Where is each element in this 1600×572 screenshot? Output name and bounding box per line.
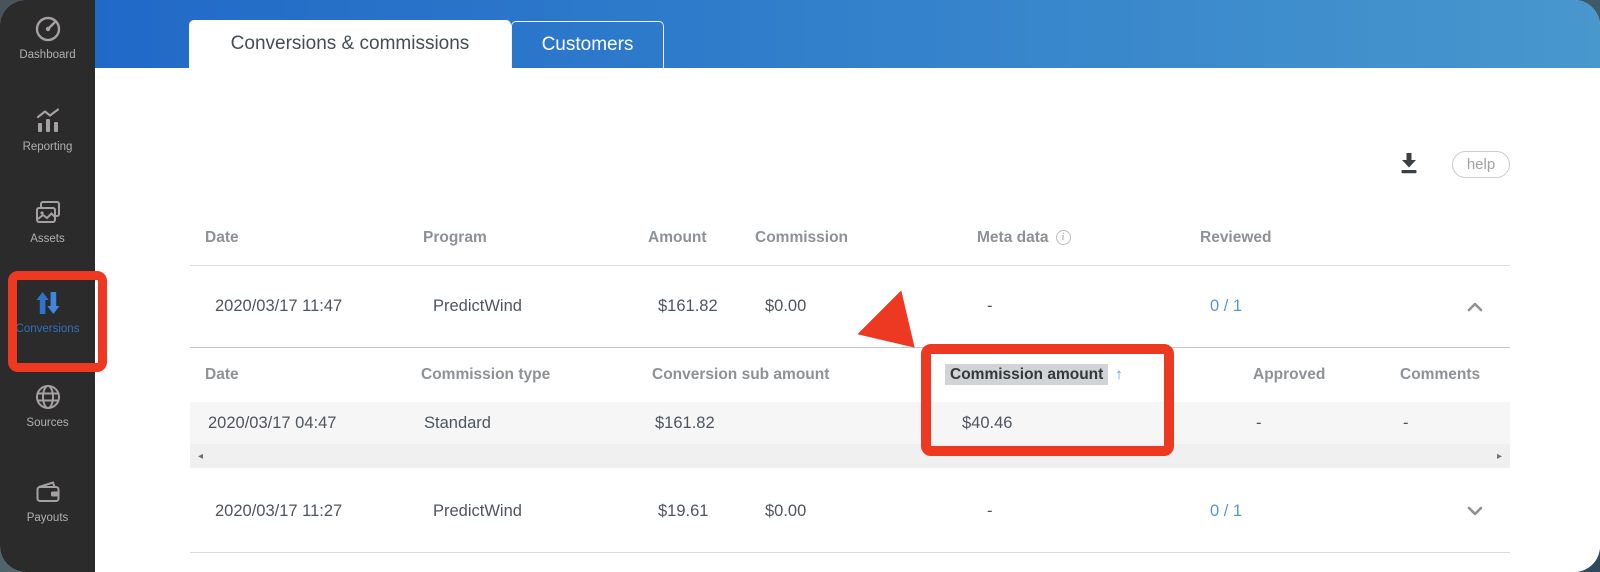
globe-icon bbox=[33, 382, 63, 412]
sub-table-row: 2020/03/17 04:47 Standard $161.82 $40.46… bbox=[190, 402, 1510, 444]
sorted-column-label: Commission amount bbox=[945, 364, 1108, 385]
sidebar-item-reporting[interactable]: Reporting bbox=[0, 106, 95, 153]
cell-commission: $0.00 bbox=[740, 502, 962, 521]
collapse-row-toggle[interactable] bbox=[1440, 301, 1510, 313]
column-header-program: Program bbox=[408, 229, 633, 247]
app-window: Conversions & commissions Customers Dash… bbox=[0, 0, 1600, 572]
column-header-amount: Amount bbox=[633, 229, 740, 247]
chevron-down-icon bbox=[1466, 505, 1484, 517]
sidebar-item-assets[interactable]: Assets bbox=[0, 198, 95, 245]
sub-column-header-date[interactable]: Date bbox=[190, 366, 406, 384]
tab-label: Conversions & commissions bbox=[231, 33, 470, 55]
tab-label: Customers bbox=[542, 34, 634, 56]
sub-column-header-comments[interactable]: Comments bbox=[1385, 366, 1510, 384]
images-icon bbox=[33, 198, 63, 228]
sub-column-header-commission-amount[interactable]: Commission amount ↑ bbox=[930, 366, 1238, 384]
cell-program: PredictWind bbox=[408, 297, 633, 316]
column-header-reviewed: Reviewed bbox=[1185, 229, 1440, 247]
help-label: help bbox=[1467, 156, 1495, 173]
gauge-icon bbox=[33, 14, 63, 44]
cell-commission: $0.00 bbox=[740, 297, 962, 316]
sidebar-item-label: Conversions bbox=[16, 323, 80, 335]
sub-cell-approved: - bbox=[1238, 414, 1385, 433]
cell-meta: - bbox=[962, 502, 1185, 521]
info-icon[interactable]: i bbox=[1056, 230, 1071, 245]
sub-table-header: Date Commission type Conversion sub amou… bbox=[190, 347, 1510, 402]
sub-column-header-commission-type[interactable]: Commission type bbox=[406, 366, 637, 384]
download-button[interactable] bbox=[1396, 150, 1422, 176]
arrows-up-down-icon bbox=[33, 288, 63, 318]
cell-meta: - bbox=[962, 297, 1185, 316]
bar-chart-icon bbox=[33, 106, 63, 136]
sidebar-item-sources[interactable]: Sources bbox=[0, 382, 95, 429]
cell-amount: $19.61 bbox=[633, 502, 740, 521]
sidebar-item-conversions[interactable]: Conversions bbox=[0, 288, 95, 335]
reviewed-link[interactable]: 0 / 1 bbox=[1185, 297, 1440, 316]
sidebar-item-label: Sources bbox=[26, 417, 68, 429]
sidebar-item-dashboard[interactable]: Dashboard bbox=[0, 14, 95, 61]
sub-cell-date: 2020/03/17 04:47 bbox=[190, 414, 406, 433]
sub-cell-conversion-sub-amount: $161.82 bbox=[637, 414, 930, 433]
cell-date: 2020/03/17 11:27 bbox=[190, 502, 408, 521]
cell-amount: $161.82 bbox=[633, 297, 740, 316]
wallet-icon bbox=[33, 477, 63, 507]
table-row: 2020/03/17 11:47 PredictWind $161.82 $0.… bbox=[190, 266, 1510, 347]
cell-program: PredictWind bbox=[408, 502, 633, 521]
chevron-up-icon bbox=[1466, 301, 1484, 313]
sub-column-header-approved[interactable]: Approved bbox=[1238, 366, 1385, 384]
table-row: 2020/03/17 11:27 PredictWind $19.61 $0.0… bbox=[190, 470, 1510, 553]
tab-conversions-commissions[interactable]: Conversions & commissions bbox=[189, 20, 511, 68]
sub-cell-commission-type: Standard bbox=[406, 414, 637, 433]
sidebar-item-payouts[interactable]: Payouts bbox=[0, 477, 95, 524]
cell-date: 2020/03/17 11:47 bbox=[190, 297, 408, 316]
scroll-left-icon[interactable]: ◂ bbox=[198, 451, 203, 462]
horizontal-scrollbar[interactable]: ◂ ▸ bbox=[190, 444, 1510, 468]
sidebar-item-label: Dashboard bbox=[19, 49, 75, 61]
column-header-meta-data: Meta data i bbox=[962, 229, 1185, 247]
main-table-header: Date Program Amount Commission Meta data… bbox=[190, 210, 1510, 266]
expand-row-toggle[interactable] bbox=[1440, 505, 1510, 517]
column-header-commission: Commission bbox=[740, 229, 962, 247]
sidebar: Dashboard Reporting Assets bbox=[0, 0, 95, 572]
sort-ascending-icon: ↑ bbox=[1115, 366, 1123, 383]
help-button[interactable]: help bbox=[1452, 151, 1510, 178]
sub-cell-comments: - bbox=[1385, 414, 1510, 433]
meta-data-label: Meta data bbox=[977, 229, 1049, 247]
sidebar-item-label: Reporting bbox=[23, 141, 73, 153]
sidebar-item-label: Assets bbox=[30, 233, 65, 245]
download-icon bbox=[1396, 150, 1422, 176]
column-header-date: Date bbox=[190, 229, 408, 247]
sub-cell-commission-amount: $40.46 bbox=[930, 414, 1238, 433]
reviewed-link[interactable]: 0 / 1 bbox=[1185, 502, 1440, 521]
tab-customers[interactable]: Customers bbox=[511, 21, 664, 68]
scroll-right-icon[interactable]: ▸ bbox=[1497, 451, 1502, 462]
sidebar-item-label: Payouts bbox=[27, 512, 69, 524]
sub-column-header-conversion-sub-amount[interactable]: Conversion sub amount bbox=[637, 366, 930, 384]
